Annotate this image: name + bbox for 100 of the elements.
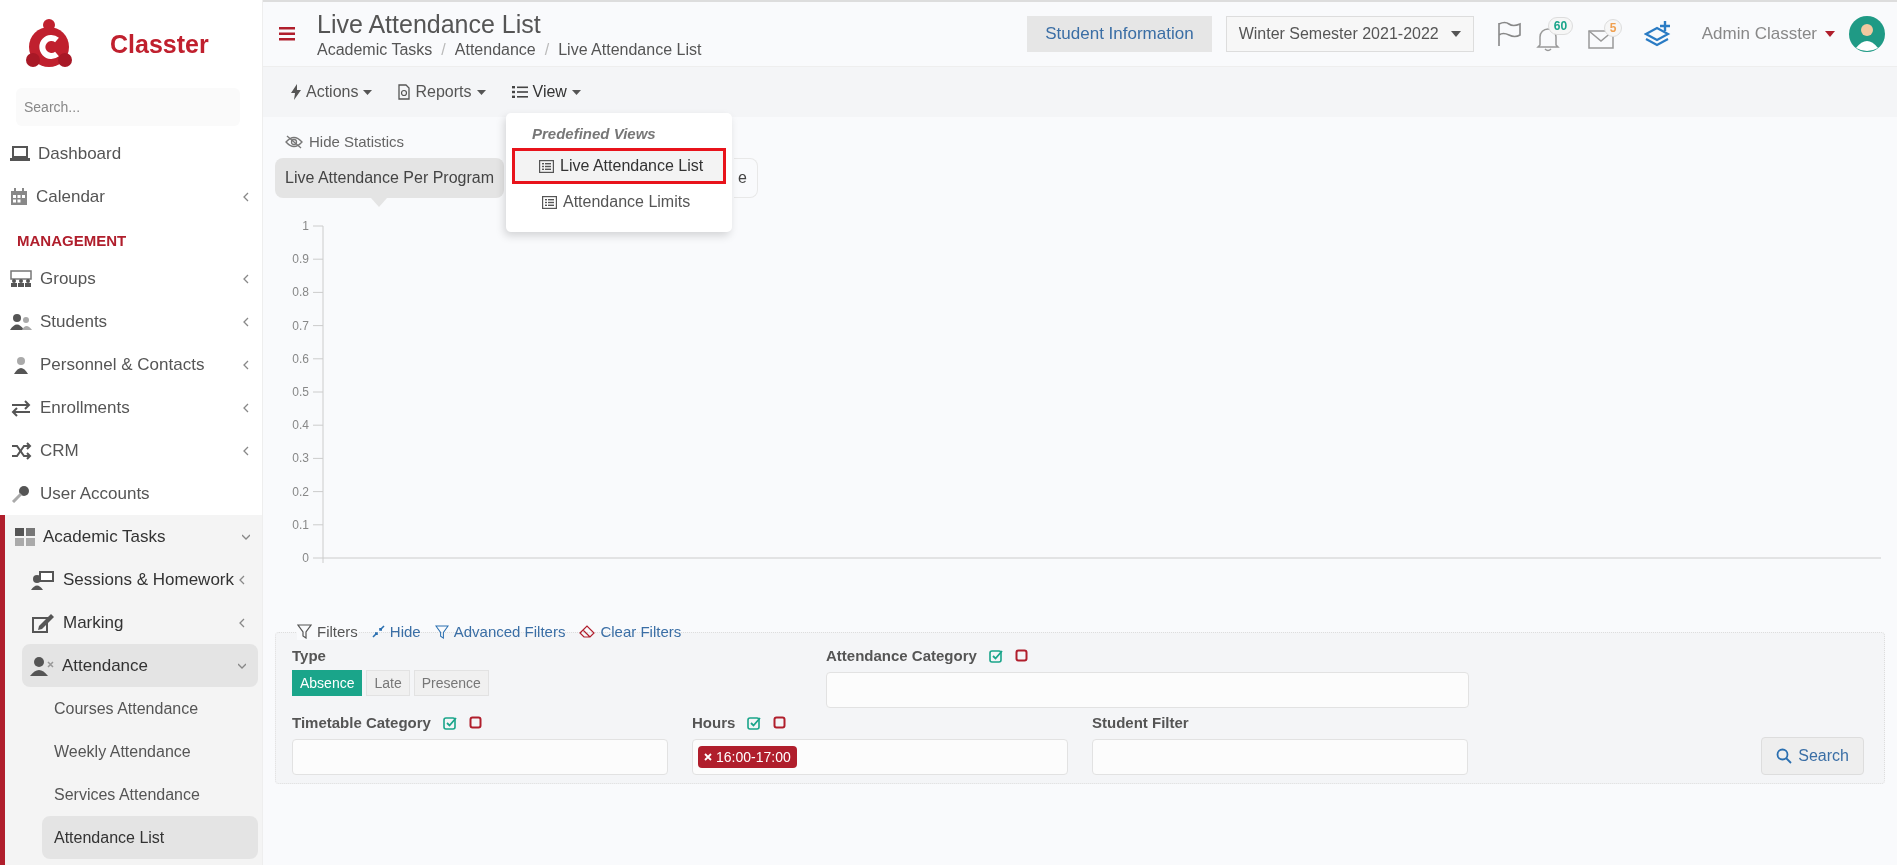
axis-tick-label: 0.8: [292, 285, 309, 300]
laptop-icon: [10, 144, 30, 163]
remove-icon[interactable]: [704, 753, 712, 761]
breadcrumb-item[interactable]: Academic Tasks: [317, 41, 433, 59]
chevron-left-icon: [242, 402, 250, 413]
lightning-icon: [291, 84, 301, 100]
student-information-button[interactable]: Student Information: [1027, 16, 1212, 52]
breadcrumb-separator: /: [544, 41, 550, 59]
sidebar-item[interactable]: Calendar: [0, 175, 262, 218]
list-icon: [539, 159, 554, 173]
filter-action-link[interactable]: Hide: [371, 623, 421, 640]
select-all-icon[interactable]: [988, 648, 1003, 663]
chart-tab[interactable]: e: [734, 158, 758, 198]
deselect-all-icon[interactable]: [468, 716, 482, 729]
key-icon: [10, 484, 32, 503]
flag-icon[interactable]: [1495, 21, 1522, 47]
sidebar-item[interactable]: CRM: [0, 429, 262, 472]
sidebar-item[interactable]: Courses Attendance: [42, 687, 258, 730]
list-icon: [511, 85, 528, 99]
hide-statistics-link[interactable]: Hide Statistics: [285, 133, 405, 150]
caret-icon: [363, 89, 373, 95]
breadcrumb-separator: /: [441, 41, 446, 59]
type-option-button[interactable]: Presence: [413, 670, 489, 696]
axis-tick-label: 0.5: [292, 385, 309, 399]
chevron-left-icon: [242, 191, 250, 202]
chevron-left-icon: [238, 617, 246, 628]
user-menu[interactable]: Admin Classter: [1701, 24, 1835, 44]
eye-slash-icon: [285, 134, 303, 149]
sidebar-item[interactable]: Services Attendance: [42, 773, 258, 816]
select-all-icon[interactable]: [747, 715, 762, 730]
tab-pointer: [371, 198, 387, 207]
sidebar-item[interactable]: Academic Tasks: [5, 515, 262, 558]
sidebar-item[interactable]: Groups: [0, 257, 262, 300]
sidebar-item[interactable]: Enrollments: [0, 386, 262, 429]
brand-name: Classter: [110, 29, 209, 59]
edit-icon: [31, 612, 55, 633]
section-heading: MANAGEMENT: [16, 231, 128, 251]
search-field[interactable]: Search...: [16, 88, 240, 126]
axis-tick-label: 0.3: [292, 451, 309, 466]
caret-icon: [1450, 31, 1461, 37]
filter-field[interactable]: [1092, 739, 1468, 775]
field-label: Hours: [692, 714, 736, 731]
dropdown-heading: Predefined Views: [531, 124, 657, 144]
breadcrumb-item: Live Attendance List: [558, 41, 702, 59]
filter-action-link[interactable]: Advanced Filters: [434, 623, 566, 640]
presentation-icon: [31, 569, 55, 590]
type-option-button[interactable]: Late: [366, 670, 410, 696]
breadcrumb-item[interactable]: Attendance: [454, 41, 536, 59]
selected-tag[interactable]: 16:00-17:00: [698, 746, 797, 768]
arrows-icon: [10, 398, 32, 417]
document-icon: [398, 84, 411, 100]
attendance-category-field[interactable]: [826, 672, 1469, 708]
deselect-all-icon[interactable]: [1014, 649, 1028, 662]
grid-icon: [15, 527, 35, 546]
notification-count-badge: 60: [1547, 16, 1574, 35]
sidebar-item[interactable]: Weekly Attendance: [42, 730, 258, 773]
search-button[interactable]: Search: [1761, 737, 1864, 775]
logo-icon: [24, 18, 74, 70]
sidebar-item[interactable]: Dashboard: [0, 132, 262, 175]
toolbar-menu-button[interactable]: Reports: [392, 79, 492, 105]
sidebar-item[interactable]: Personnel & Contacts: [0, 343, 262, 386]
axis-tick-label: 0.1: [292, 517, 309, 532]
axis-tick-label: 0.7: [292, 318, 309, 333]
groups-icon: [10, 269, 32, 288]
filter-field[interactable]: [292, 739, 668, 775]
sidebar-item[interactable]: Sessions & Homework: [5, 558, 258, 601]
filter-field[interactable]: 16:00-17:00: [692, 739, 1068, 775]
caret-icon: [1825, 31, 1835, 37]
select-all-icon[interactable]: [442, 715, 457, 730]
chevron-left-icon: [242, 273, 250, 284]
sidebar-item[interactable]: User Accounts: [0, 472, 262, 515]
message-count-badge: 5: [1603, 18, 1623, 37]
chevron-left-icon: [242, 445, 250, 456]
chevron-left-icon: [238, 574, 246, 585]
layers-plus-icon[interactable]: [1643, 20, 1672, 48]
sidebar-item[interactable]: Attendance List: [42, 816, 258, 859]
axis-tick-label: 1: [302, 219, 309, 233]
calendar-icon: [10, 187, 28, 206]
axis-tick-label: 0.2: [292, 484, 309, 499]
sidebar-item[interactable]: Attendance: [22, 644, 258, 687]
sidebar-item[interactable]: Marking: [5, 601, 258, 644]
filters-heading: Filters: [297, 623, 358, 640]
chevron-left-icon: [242, 316, 250, 327]
toolbar-menu-button[interactable]: View: [505, 79, 587, 105]
students-icon: [10, 312, 32, 331]
filter-action-link[interactable]: Clear Filters: [579, 623, 682, 640]
search-icon: [1776, 748, 1793, 764]
avatar-icon[interactable]: [1849, 16, 1885, 52]
eraser-icon: [579, 625, 596, 638]
deselect-all-icon[interactable]: [773, 716, 787, 729]
list-icon: [542, 195, 557, 209]
sidebar-item[interactable]: Students: [0, 300, 262, 343]
chart-tab[interactable]: Live Attendance Per Program: [275, 158, 504, 198]
compress-icon: [371, 625, 385, 638]
semester-select[interactable]: Winter Semester 2021-2022: [1225, 16, 1474, 52]
dropdown-item[interactable]: Live Attendance List: [512, 148, 726, 184]
field-label: Type: [292, 647, 327, 664]
menu-icon[interactable]: [279, 27, 295, 41]
dropdown-item[interactable]: Attendance Limits: [512, 184, 726, 220]
toolbar-menu-button[interactable]: Actions: [285, 79, 379, 105]
